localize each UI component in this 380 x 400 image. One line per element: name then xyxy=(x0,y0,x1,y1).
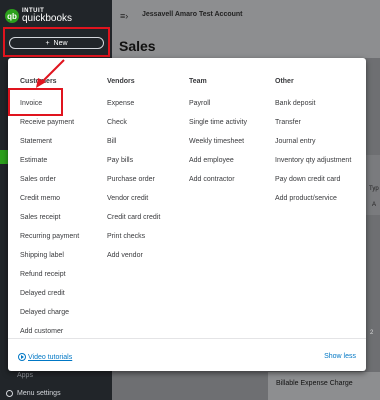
menu-item-credit-card-credit[interactable]: Credit card credit xyxy=(107,212,160,231)
menu-item-statement[interactable]: Statement xyxy=(20,136,79,155)
menu-item-print-checks[interactable]: Print checks xyxy=(107,231,160,250)
active-nav-indicator xyxy=(0,150,8,164)
menu-settings-label: Menu settings xyxy=(17,390,61,397)
menu-item-journal-entry[interactable]: Journal entry xyxy=(275,136,351,155)
quickbooks-logo-icon: qb xyxy=(5,9,19,23)
menu-item-add-product-service[interactable]: Add product/service xyxy=(275,193,351,212)
menu-item-weekly-timesheet[interactable]: Weekly timesheet xyxy=(189,136,247,155)
menu-item-vendor-credit[interactable]: Vendor credit xyxy=(107,193,160,212)
account-name: Jessavell Amaro Test Account xyxy=(142,11,243,18)
video-tutorials-label: Video tutorials xyxy=(28,353,73,361)
menu-item-sales-receipt[interactable]: Sales receipt xyxy=(20,212,79,231)
background-number: 2 xyxy=(370,330,374,336)
menu-item-purchase-order[interactable]: Purchase order xyxy=(107,174,160,193)
menu-item-inventory-qty-adjustment[interactable]: Inventory qty adjustment xyxy=(275,155,351,174)
background-a-label: A xyxy=(372,202,377,208)
menu-item-bill[interactable]: Bill xyxy=(107,136,160,155)
invoice-highlight xyxy=(8,88,63,116)
menu-item-sales-order[interactable]: Sales order xyxy=(20,174,79,193)
menu-item-payroll[interactable]: Payroll xyxy=(189,98,247,117)
quickbooks-logo[interactable]: qb INTUIT quickbooks xyxy=(5,8,72,24)
menu-item-delayed-credit[interactable]: Delayed credit xyxy=(20,288,79,307)
customers-column: Customers Invoice Receive payment Statem… xyxy=(20,78,79,345)
team-column: Team Payroll Single time activity Weekly… xyxy=(189,78,247,193)
menu-item-expense[interactable]: Expense xyxy=(107,98,160,117)
background-type-label: Typ xyxy=(369,186,379,192)
gear-icon xyxy=(6,390,13,397)
menu-item-receive-payment[interactable]: Receive payment xyxy=(20,117,79,136)
column-heading-team: Team xyxy=(189,78,207,85)
menu-item-bank-deposit[interactable]: Bank deposit xyxy=(275,98,351,117)
menu-item-add-customer[interactable]: Add customer xyxy=(20,326,79,345)
menu-item-add-contractor[interactable]: Add contractor xyxy=(189,174,247,193)
video-tutorials-link[interactable]: Video tutorials xyxy=(18,353,72,361)
menu-item-single-time-activity[interactable]: Single time activity xyxy=(189,117,247,136)
menu-item-pay-bills[interactable]: Pay bills xyxy=(107,155,160,174)
billable-expense-charge-text: Billable Expense Charge xyxy=(276,380,353,387)
logo-quickbooks-text: quickbooks xyxy=(22,13,73,24)
menu-item-recurring-payment[interactable]: Recurring payment xyxy=(20,231,79,250)
page-title: Sales xyxy=(119,38,156,54)
menu-item-refund-receipt[interactable]: Refund receipt xyxy=(20,269,79,288)
menu-item-delayed-charge[interactable]: Delayed charge xyxy=(20,307,79,326)
other-column: Other Bank deposit Transfer Journal entr… xyxy=(275,78,351,212)
sidebar-item-apps[interactable]: Apps xyxy=(17,372,33,379)
new-menu-dropdown: Customers Invoice Receive payment Statem… xyxy=(8,58,366,371)
show-less-link[interactable]: Show less xyxy=(324,353,356,360)
vendors-column: Vendors Expense Check Bill Pay bills Pur… xyxy=(107,78,160,269)
menu-item-pay-down-credit-card[interactable]: Pay down credit card xyxy=(275,174,351,193)
menu-item-shipping-label[interactable]: Shipping label xyxy=(20,250,79,269)
menu-settings-button[interactable]: Menu settings xyxy=(6,390,61,397)
hamburger-menu-icon[interactable]: ≡› xyxy=(120,11,128,21)
new-button-highlight xyxy=(3,27,110,57)
top-bar: ≡› Jessavell Amaro Test Account xyxy=(112,0,380,30)
menu-item-credit-memo[interactable]: Credit memo xyxy=(20,193,79,212)
play-icon xyxy=(18,353,26,361)
menu-item-estimate[interactable]: Estimate xyxy=(20,155,79,174)
menu-item-add-vendor[interactable]: Add vendor xyxy=(107,250,160,269)
menu-item-add-employee[interactable]: Add employee xyxy=(189,155,247,174)
menu-divider xyxy=(8,338,366,339)
column-heading-other: Other xyxy=(275,78,294,85)
column-heading-vendors: Vendors xyxy=(107,78,135,85)
menu-item-transfer[interactable]: Transfer xyxy=(275,117,351,136)
menu-item-check[interactable]: Check xyxy=(107,117,160,136)
